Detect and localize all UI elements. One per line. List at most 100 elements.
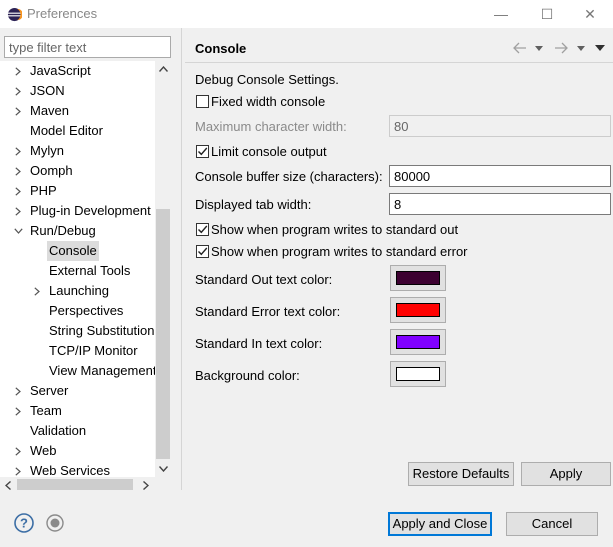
back-history-chevron-icon[interactable] <box>535 41 543 55</box>
limit-output-label: Limit console output <box>211 144 327 159</box>
chevron-right-icon[interactable] <box>13 381 23 401</box>
tree-item[interactable]: Perspectives <box>1 301 156 321</box>
apply-button[interactable]: Apply <box>521 462 611 486</box>
tree-item-label: Oomph <box>30 163 73 178</box>
tree-item[interactable]: External Tools <box>1 261 156 281</box>
tree-item-label: String Substitution <box>49 323 155 338</box>
tree-item-label: View Management <box>49 363 156 378</box>
maximize-button[interactable]: ☐ <box>524 0 570 28</box>
tree-item-label: Plug-in Development <box>30 203 151 218</box>
stdin-color-swatch <box>396 335 440 349</box>
tree-item[interactable]: Web Services <box>1 461 156 477</box>
forward-arrow-icon[interactable] <box>554 41 568 55</box>
tree-item[interactable]: Launching <box>1 281 156 301</box>
background-color-swatch <box>396 367 440 381</box>
tree-item[interactable]: Server <box>1 381 156 401</box>
tree-item-label: Run/Debug <box>30 223 96 238</box>
console-preference-page: Debug Console Settings. Fixed width cons… <box>182 63 613 490</box>
title-bar: Preferences — ☐ ✕ <box>0 0 613 28</box>
chevron-right-icon[interactable] <box>13 201 23 221</box>
stderr-color-button[interactable] <box>390 297 446 323</box>
tree-item[interactable]: View Management <box>1 361 156 381</box>
chevron-right-icon[interactable] <box>13 461 23 477</box>
stderr-color-swatch <box>396 303 440 317</box>
stdout-color-swatch <box>396 271 440 285</box>
window-title: Preferences <box>27 6 98 21</box>
tree-item-label: Team <box>30 403 62 418</box>
dialog-footer: ? Apply and Close Cancel <box>0 490 613 547</box>
tree-item-label: Web <box>30 443 57 458</box>
help-icon[interactable]: ? <box>14 513 34 533</box>
stdin-color-label: Standard In text color: <box>195 336 323 351</box>
scroll-down-icon[interactable] <box>155 461 171 477</box>
fixed-width-checkbox[interactable] <box>196 95 209 108</box>
tree-item[interactable]: Validation <box>1 421 156 441</box>
chevron-right-icon[interactable] <box>32 281 42 301</box>
tab-width-label: Displayed tab width: <box>195 197 312 212</box>
limit-output-checkbox[interactable] <box>196 145 209 158</box>
preference-tree: JavaScript JSON Maven Model Editor Mylyn Oomp… <box>0 61 156 477</box>
page-title: Console <box>195 41 247 56</box>
minimize-button[interactable]: — <box>478 0 524 28</box>
show-stdout-checkbox[interactable] <box>196 223 209 236</box>
background-color-button[interactable] <box>390 361 446 387</box>
tab-width-input[interactable] <box>389 193 611 215</box>
tree-item[interactable]: Run/Debug <box>1 221 156 241</box>
tree-item[interactable]: Team <box>1 401 156 421</box>
tree-item-label: Web Services <box>30 463 110 477</box>
tree-item[interactable]: Mylyn <box>1 141 156 161</box>
restore-defaults-button[interactable]: Restore Defaults <box>408 462 514 486</box>
view-menu-icon[interactable] <box>595 41 605 55</box>
tree-item-label: JSON <box>30 83 65 98</box>
buffer-size-input[interactable] <box>389 165 611 187</box>
chevron-right-icon[interactable] <box>13 81 23 101</box>
tree-vertical-scrollbar[interactable] <box>155 61 171 477</box>
tree-item[interactable]: Oomph <box>1 161 156 181</box>
cancel-button[interactable]: Cancel <box>506 512 598 536</box>
max-char-width-input <box>389 115 611 137</box>
tree-item-label: Model Editor <box>30 123 103 138</box>
chevron-down-icon[interactable] <box>13 221 23 241</box>
tree-item[interactable]: TCP/IP Monitor <box>1 341 156 361</box>
tree-item-label: Perspectives <box>49 303 124 318</box>
scroll-up-icon[interactable] <box>155 61 171 77</box>
tree-item[interactable]: Console <box>1 241 156 261</box>
back-arrow-icon[interactable] <box>513 41 527 55</box>
chevron-right-icon[interactable] <box>13 181 23 201</box>
chevron-right-icon[interactable] <box>13 401 23 421</box>
tree-item-label: Server <box>30 383 69 398</box>
filter-input[interactable] <box>4 36 171 58</box>
tree-item[interactable]: Model Editor <box>1 121 156 141</box>
svg-text:?: ? <box>20 516 28 531</box>
tree-item[interactable]: JSON <box>1 81 156 101</box>
stdout-color-button[interactable] <box>390 265 446 291</box>
record-icon[interactable] <box>46 514 64 532</box>
tree-item-label: JavaScript <box>30 63 91 78</box>
tree-item-label: Console <box>47 241 99 261</box>
chevron-right-icon[interactable] <box>13 441 23 461</box>
tree-item-label: Validation <box>30 423 87 438</box>
stdin-color-button[interactable] <box>390 329 446 355</box>
chevron-right-icon[interactable] <box>13 161 23 181</box>
fixed-width-label: Fixed width console <box>211 94 326 109</box>
tree-item[interactable]: Plug-in Development <box>1 201 156 221</box>
vertical-scroll-thumb[interactable] <box>156 209 170 459</box>
tree-item[interactable]: Web <box>1 441 156 461</box>
tree-item-label: TCP/IP Monitor <box>49 343 138 358</box>
show-stdout-label: Show when program writes to standard out <box>211 222 459 237</box>
tree-item[interactable]: JavaScript <box>1 61 156 81</box>
eclipse-icon <box>7 7 22 22</box>
chevron-right-icon[interactable] <box>13 61 23 81</box>
chevron-right-icon[interactable] <box>13 141 23 161</box>
tree-item[interactable]: String Substitution <box>1 321 156 341</box>
show-stderr-checkbox[interactable] <box>196 245 209 258</box>
show-stderr-label: Show when program writes to standard err… <box>211 244 468 259</box>
chevron-right-icon[interactable] <box>13 101 23 121</box>
max-char-width-label: Maximum character width: <box>195 119 347 134</box>
tree-item[interactable]: PHP <box>1 181 156 201</box>
apply-and-close-button[interactable]: Apply and Close <box>388 512 492 536</box>
tree-item[interactable]: Maven <box>1 101 156 121</box>
buffer-size-label: Console buffer size (characters): <box>195 169 383 184</box>
close-button[interactable]: ✕ <box>567 0 613 28</box>
forward-history-chevron-icon[interactable] <box>577 41 585 55</box>
